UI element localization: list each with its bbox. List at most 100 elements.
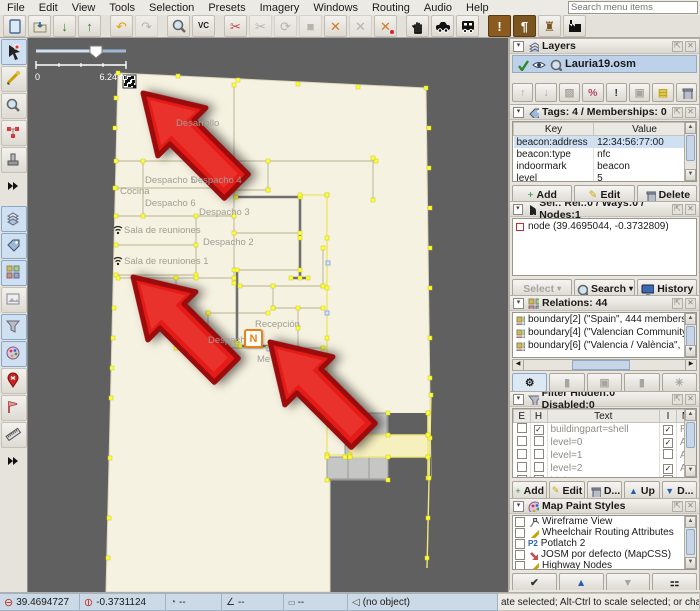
selection-select-button[interactable]: Select▾ bbox=[512, 279, 572, 295]
draw-node-tool-button[interactable] bbox=[1, 66, 27, 92]
preferences-button[interactable] bbox=[167, 15, 190, 37]
routing-car-button[interactable] bbox=[431, 15, 454, 37]
relation-delete-button[interactable]: ▮ bbox=[624, 373, 659, 391]
close-panel-icon[interactable]: ✕ bbox=[685, 107, 696, 118]
scroll-up-button[interactable]: ▲ bbox=[685, 516, 696, 528]
layer-row[interactable]: Lauria19.osm bbox=[512, 55, 697, 73]
close-panel-icon[interactable]: ✕ bbox=[685, 298, 696, 309]
style-checkbox[interactable] bbox=[515, 539, 525, 549]
filter-add-button[interactable]: +Add bbox=[512, 481, 547, 498]
filter-up-button[interactable]: ▲Up bbox=[624, 481, 659, 498]
delete-node-tool-button[interactable] bbox=[1, 120, 27, 146]
style-up-button[interactable]: ▲ bbox=[559, 573, 604, 590]
tag-row[interactable]: indoormarkbeacon bbox=[514, 160, 696, 172]
collapse-icon[interactable]: ▾ bbox=[513, 501, 524, 512]
open-file-button[interactable] bbox=[28, 15, 51, 37]
collapse-icon[interactable]: ▾ bbox=[513, 204, 523, 215]
validator-dialog-button[interactable] bbox=[1, 368, 27, 394]
layers-dialog-button[interactable] bbox=[1, 206, 27, 232]
map-canvas[interactable]: DesarrolloDespacho 5Despacho 4CocinaDesp… bbox=[28, 38, 508, 592]
tag-edit-button[interactable]: ✎Edit bbox=[574, 185, 634, 201]
more-dialogs-button[interactable] bbox=[1, 449, 27, 475]
style-checkbox[interactable] bbox=[515, 550, 525, 560]
reverse-way-button[interactable]: ✕ bbox=[349, 15, 372, 37]
preset-castle-button[interactable]: ♜ bbox=[538, 15, 561, 37]
combine-way-button[interactable]: ✕ bbox=[324, 15, 347, 37]
style-checkbox[interactable] bbox=[515, 528, 525, 538]
search-menu-input[interactable] bbox=[568, 1, 698, 14]
move-tool-button[interactable] bbox=[406, 15, 429, 37]
routing-bus-button[interactable] bbox=[456, 15, 479, 37]
menu-file[interactable]: File bbox=[0, 1, 32, 16]
filter-inverted-cell[interactable]: ✓ bbox=[660, 436, 677, 449]
collapse-icon[interactable]: ▾ bbox=[513, 394, 524, 405]
filter-column-header[interactable]: I bbox=[660, 410, 677, 423]
relation-item[interactable]: boundary[6] ("Valencia / València", bbox=[513, 339, 696, 352]
layer-duplicate-button[interactable]: ▣ bbox=[629, 83, 650, 102]
menu-routing[interactable]: Routing bbox=[365, 1, 417, 16]
selection-history-button[interactable]: History bbox=[637, 279, 697, 295]
scroll-down-button[interactable]: ▼ bbox=[685, 465, 696, 477]
filter-row[interactable]: ✓buildingpart=shell✓R bbox=[514, 423, 696, 437]
command-stack-dialog-button[interactable] bbox=[1, 395, 27, 421]
filter-row[interactable]: level=2✓A bbox=[514, 462, 696, 475]
update-button[interactable]: ⟳ bbox=[274, 15, 297, 37]
stick-panel-icon[interactable]: ⇱ bbox=[672, 204, 683, 215]
relation-edit-button[interactable]: ▮ bbox=[549, 373, 584, 391]
filter-hide-cell[interactable] bbox=[530, 462, 547, 475]
filter-hide-cell[interactable] bbox=[530, 436, 547, 449]
tags-panel-header[interactable]: ▾Tags: 4 / Memberships: 0⇱✕ bbox=[510, 105, 699, 120]
tags-column-header[interactable]: Value bbox=[594, 123, 696, 136]
relation-item[interactable]: boundary[2] ("Spain", 444 members, bbox=[513, 313, 696, 326]
filter-enable-cell[interactable] bbox=[514, 475, 531, 478]
collapse-icon[interactable]: ▾ bbox=[513, 41, 524, 52]
filter-inverted-cell[interactable]: ✓ bbox=[660, 462, 677, 475]
filter-row[interactable]: level=1A bbox=[514, 449, 696, 462]
menu-help[interactable]: Help bbox=[459, 1, 496, 16]
style-checkbox[interactable] bbox=[515, 561, 525, 571]
stick-panel-icon[interactable]: ⇱ bbox=[672, 394, 683, 405]
tag-row[interactable]: beacon:typenfc bbox=[514, 148, 696, 160]
close-panel-icon[interactable]: ✕ bbox=[685, 204, 696, 215]
paste-tags-tool-button[interactable] bbox=[1, 147, 27, 173]
tag-add-button[interactable]: +Add bbox=[512, 185, 572, 201]
menu-edit[interactable]: Edit bbox=[32, 1, 65, 16]
close-panel-icon[interactable]: ✕ bbox=[685, 394, 696, 405]
scroll-down-button[interactable]: ▼ bbox=[685, 557, 696, 569]
stick-panel-icon[interactable]: ⇱ bbox=[672, 107, 683, 118]
align-nodes-button[interactable]: ✕ bbox=[374, 15, 397, 37]
tags-dialog-button[interactable] bbox=[1, 233, 27, 259]
scroll-thumb[interactable] bbox=[572, 360, 630, 370]
scroll-down-button[interactable]: ▼ bbox=[685, 345, 696, 357]
style-item[interactable]: JOSM por defecto (MapCSS) bbox=[513, 549, 696, 560]
scroll-up-button[interactable]: ▲ bbox=[685, 122, 696, 134]
upload-button[interactable]: ↑ bbox=[78, 15, 101, 37]
preset-factory-button[interactable] bbox=[563, 15, 586, 37]
collapse-icon[interactable]: ▾ bbox=[513, 298, 524, 309]
vertical-scrollbar[interactable]: ▲▼ bbox=[684, 313, 696, 357]
filter-edit-button[interactable]: ✎Edit bbox=[549, 481, 584, 498]
layer-activate-button[interactable]: ! bbox=[606, 83, 627, 102]
tag-row[interactable]: level5 bbox=[514, 172, 696, 182]
redo-button[interactable]: ↷ bbox=[135, 15, 158, 37]
relation-duplicate-button[interactable]: ▣ bbox=[587, 373, 622, 391]
relation-item[interactable]: boundary[4] ("Valencian Community bbox=[513, 326, 696, 339]
shortcuts-button[interactable]: VC bbox=[192, 15, 215, 37]
menu-presets[interactable]: Presets bbox=[201, 1, 252, 16]
merge-button[interactable]: ■ bbox=[299, 15, 322, 37]
menu-view[interactable]: View bbox=[65, 1, 103, 16]
filter-hide-cell[interactable] bbox=[530, 475, 547, 478]
style-item[interactable]: Wireframe View bbox=[513, 516, 696, 527]
layer-down-button[interactable]: ↓ bbox=[535, 83, 556, 102]
relations-dialog-button[interactable] bbox=[1, 260, 27, 286]
scroll-right-button[interactable]: ▶ bbox=[685, 360, 696, 370]
scroll-thumb[interactable] bbox=[686, 529, 695, 555]
style-item[interactable]: Highway Nodes bbox=[513, 560, 696, 570]
filter-dialog-button[interactable] bbox=[1, 314, 27, 340]
map-zoom-slider[interactable] bbox=[35, 44, 127, 58]
tag-row[interactable]: beacon:address12:34:56:77:00 bbox=[514, 136, 696, 149]
stick-panel-icon[interactable]: ⇱ bbox=[672, 41, 683, 52]
filter-row[interactable]: level=0✓A bbox=[514, 436, 696, 449]
layer-delete-button[interactable] bbox=[676, 83, 697, 102]
relations-panel-header[interactable]: ▾Relations: 44⇱✕ bbox=[510, 296, 699, 311]
